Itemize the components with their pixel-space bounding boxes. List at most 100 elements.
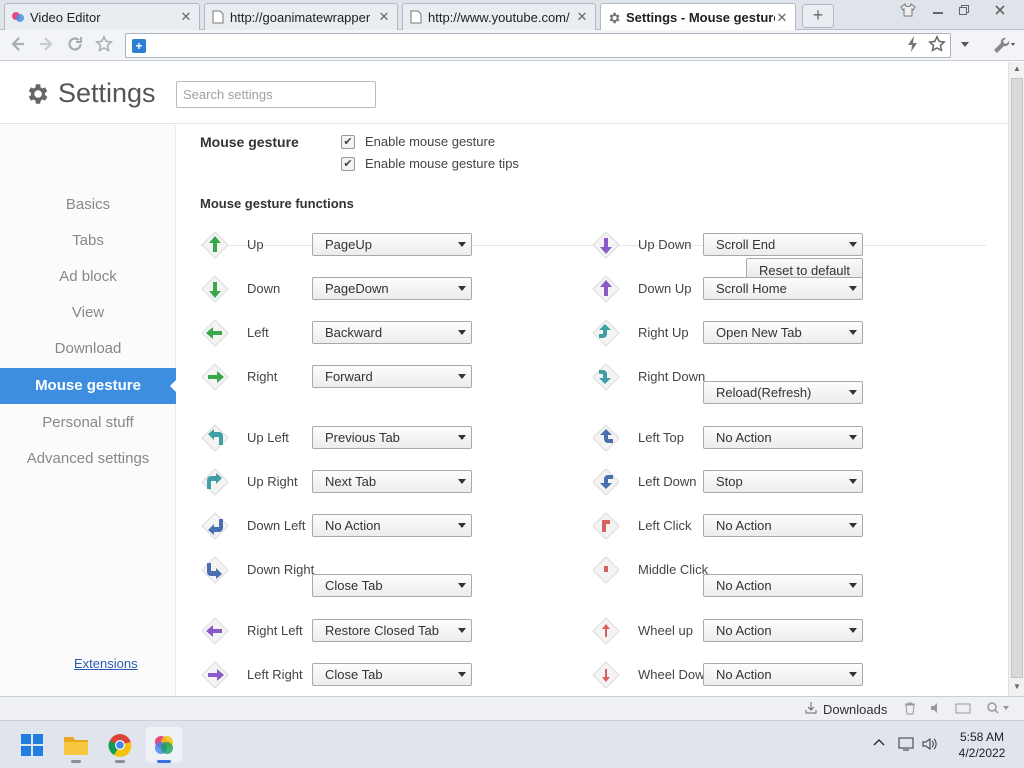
selected-action: Backward [325,325,383,340]
gesture-action-select[interactable]: Scroll End [703,233,863,256]
windows-start-icon[interactable] [14,727,50,763]
arrow-down-right-icon [200,555,230,585]
tab-youtube[interactable]: http://www.youtube.com/ ✕ [402,3,596,30]
chevron-up-icon[interactable] [870,736,888,754]
arrow-right-down-icon [591,362,621,392]
gear-icon [24,81,50,107]
selected-action: Reload(Refresh) [716,385,812,400]
window-icon[interactable] [955,701,971,717]
gesture-action-select[interactable]: Stop [703,470,863,493]
tab-close-icon[interactable]: ✕ [179,9,193,25]
chevron-down-icon[interactable] [954,35,976,57]
new-tab-button[interactable]: + [802,4,834,28]
star-icon[interactable] [93,34,115,57]
video-editor-favicon-icon [11,10,25,24]
lightning-icon[interactable] [902,35,924,57]
sidebar-item-personal-stuff[interactable]: Personal stuff [0,405,176,441]
minimize-icon[interactable] [928,3,948,21]
gesture-label: Up Left [247,430,289,445]
file-explorer-icon[interactable] [58,727,94,763]
gesture-action-select[interactable]: Open New Tab [703,321,863,344]
sidebar-item-advanced-settings[interactable]: Advanced settings [0,441,176,477]
back-icon[interactable] [6,35,28,57]
enable-mouse-gesture-row[interactable]: ✔ Enable mouse gesture [341,134,495,149]
gesture-label: Down Right [247,562,315,577]
shirt-icon[interactable] [898,3,918,21]
scroll-up-icon[interactable]: ▲ [1012,64,1022,73]
gesture-action-select[interactable]: No Action [703,514,863,537]
gesture-action-select[interactable]: Restore Closed Tab [312,619,472,642]
sidebar-item-basics[interactable]: Basics [0,187,176,223]
address-bar[interactable]: + [125,33,951,58]
gesture-action-select[interactable]: Close Tab [312,574,472,597]
tab-close-icon[interactable]: ✕ [775,10,789,26]
favorite-star-icon[interactable] [926,35,948,57]
gesture-action-select[interactable]: PageUp [312,233,472,256]
sidebar-item-ad-block[interactable]: Ad block [0,259,176,295]
dropdown-caret-icon [458,435,466,440]
forward-icon[interactable] [36,35,58,57]
tab-title: Video Editor [30,9,101,25]
gesture-action-select[interactable]: Scroll Home [703,277,863,300]
selected-action: Open New Tab [716,325,802,340]
page-scrollbar[interactable]: ▲ ▼ [1008,62,1024,696]
volume-icon[interactable] [928,701,944,717]
network-icon[interactable] [897,736,915,754]
chrome-icon[interactable] [102,727,138,763]
arrow-left-down-icon [591,467,621,497]
gesture-action-select[interactable]: Next Tab [312,470,472,493]
reload-icon[interactable] [64,35,86,57]
sidebar-item-download[interactable]: Download [0,331,176,367]
gesture-action-select[interactable]: No Action [703,619,863,642]
enable-gesture-tips-checkbox[interactable]: ✔ [341,156,355,171]
tab-close-icon[interactable]: ✕ [377,9,391,25]
selected-action: Stop [716,474,743,489]
tab-strip: Video Editor ✕ http://goanimatewrapper ✕… [0,0,1024,31]
tab-settings[interactable]: Settings - Mouse gesture ✕ [600,3,796,31]
gesture-label: Down [247,281,281,296]
page-title-text: Settings [58,78,156,108]
sidebar-item-mouse-gesture[interactable]: Mouse gesture [0,368,177,404]
scrollbar-thumb[interactable] [1011,78,1023,678]
wrench-icon[interactable] [990,35,1018,57]
sidebar-item-tabs[interactable]: Tabs [0,223,176,259]
speaker-icon[interactable] [921,736,939,754]
gesture-action-select[interactable]: Reload(Refresh) [703,381,863,404]
tab-goanimate[interactable]: http://goanimatewrapper ✕ [204,3,398,30]
video-editor-icon[interactable] [146,727,182,763]
gesture-action-select[interactable]: Backward [312,321,472,344]
tab-video-editor[interactable]: Video Editor ✕ [4,3,200,30]
scroll-down-icon[interactable]: ▼ [1012,682,1022,691]
dropdown-caret-icon [849,435,857,440]
trash-icon[interactable] [902,701,918,717]
system-clock[interactable]: 5:58 AM 4/2/2022 [950,729,1014,761]
downloads-button[interactable]: Downloads [804,701,887,718]
sidebar-item-view[interactable]: View [0,295,176,331]
enable-gesture-tips-row[interactable]: ✔ Enable mouse gesture tips [341,156,519,171]
arrow-up-left-icon [200,423,230,453]
gesture-action-select[interactable]: No Action [703,574,863,597]
adblock-shield-icon[interactable]: + [132,39,146,53]
selected-action: No Action [716,667,772,682]
search-settings-input[interactable] [176,81,376,108]
dropdown-caret-icon [849,523,857,528]
dropdown-caret-icon [849,479,857,484]
arrow-right-up-icon [591,318,621,348]
gesture-action-select[interactable]: Forward [312,365,472,388]
close-icon[interactable] [990,3,1010,21]
gesture-label: Right Down [638,369,706,384]
arrow-left-right-icon [200,660,230,690]
tab-close-icon[interactable]: ✕ [575,9,589,25]
gesture-action-select[interactable]: PageDown [312,277,472,300]
restore-icon[interactable] [954,3,974,21]
gesture-action-select[interactable]: Previous Tab [312,426,472,449]
gesture-action-select[interactable]: No Action [703,426,863,449]
zoom-icon[interactable] [984,701,1014,717]
enable-mouse-gesture-checkbox[interactable]: ✔ [341,134,355,149]
middle-click-icon [591,555,621,585]
gesture-action-select[interactable]: No Action [703,663,863,686]
gesture-action-select[interactable]: Close Tab [312,663,472,686]
extensions-link[interactable]: Extensions [74,656,138,671]
gesture-action-select[interactable]: No Action [312,514,472,537]
left-click-icon [591,511,621,541]
